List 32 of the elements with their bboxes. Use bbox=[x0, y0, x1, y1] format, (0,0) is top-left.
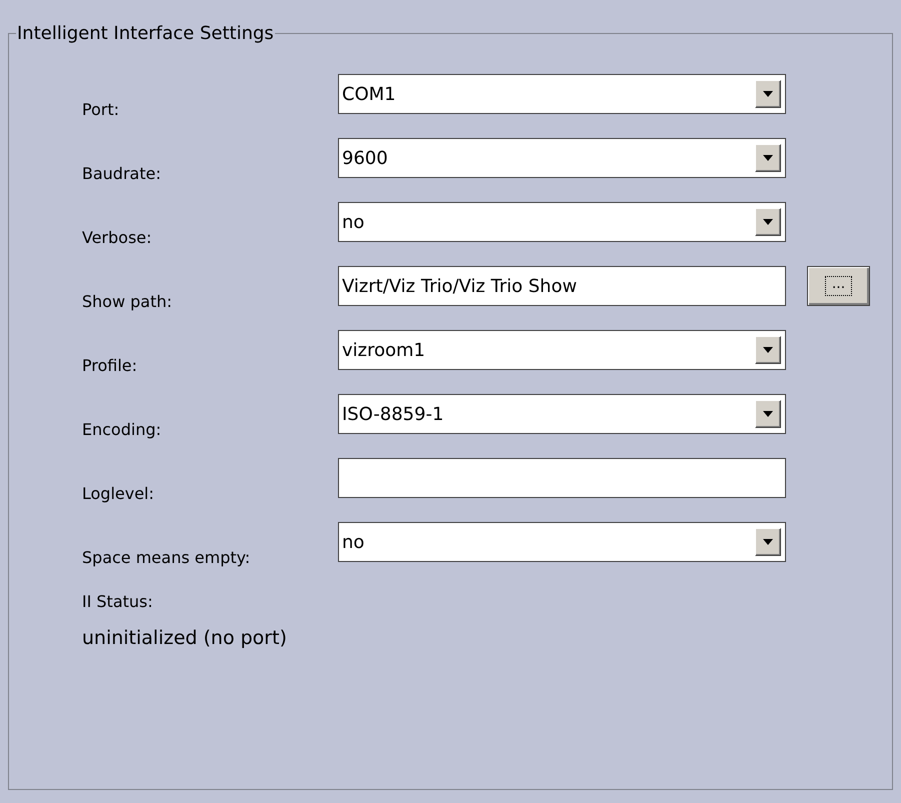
field-label: Show path: bbox=[82, 291, 174, 313]
caret-icon bbox=[763, 539, 773, 545]
dropdown-button[interactable] bbox=[755, 208, 781, 236]
dropdown-field[interactable]: 9600 bbox=[338, 138, 786, 178]
dropdown-field[interactable]: COM1 bbox=[338, 74, 786, 114]
dropdown-field[interactable]: no bbox=[338, 202, 786, 242]
field-label: Encoding: bbox=[82, 419, 162, 441]
dropdown-button[interactable] bbox=[755, 144, 781, 172]
caret-icon bbox=[763, 155, 773, 161]
field-label: Loglevel: bbox=[82, 483, 156, 505]
dropdown-field[interactable]: ISO-8859-1 bbox=[338, 394, 786, 434]
caret-icon bbox=[763, 411, 773, 417]
caret-icon bbox=[763, 347, 773, 353]
dropdown-field[interactable]: vizroom1 bbox=[338, 330, 786, 370]
input-field[interactable] bbox=[338, 458, 786, 498]
input-field[interactable]: Vizrt/Viz Trio/Viz Trio Show bbox=[338, 266, 786, 306]
field-label: Port: bbox=[82, 99, 120, 121]
group-title: Intelligent Interface Settings bbox=[16, 22, 275, 46]
field-label: Profile: bbox=[82, 355, 138, 377]
browse-button[interactable]: ... bbox=[807, 266, 870, 306]
field-label: Verbose: bbox=[82, 227, 153, 249]
dropdown-button[interactable] bbox=[755, 80, 781, 108]
field-label: Space means empty: bbox=[82, 547, 252, 569]
dropdown-button[interactable] bbox=[755, 336, 781, 364]
caret-icon bbox=[763, 219, 773, 225]
dropdown-button[interactable] bbox=[755, 528, 781, 556]
field-label: Baudrate: bbox=[82, 163, 162, 185]
dropdown-button[interactable] bbox=[755, 400, 781, 428]
status-label: II Status: bbox=[82, 591, 154, 613]
status-value: uninitialized (no port) bbox=[82, 626, 288, 651]
caret-icon bbox=[763, 91, 773, 97]
dropdown-field[interactable]: no bbox=[338, 522, 786, 562]
